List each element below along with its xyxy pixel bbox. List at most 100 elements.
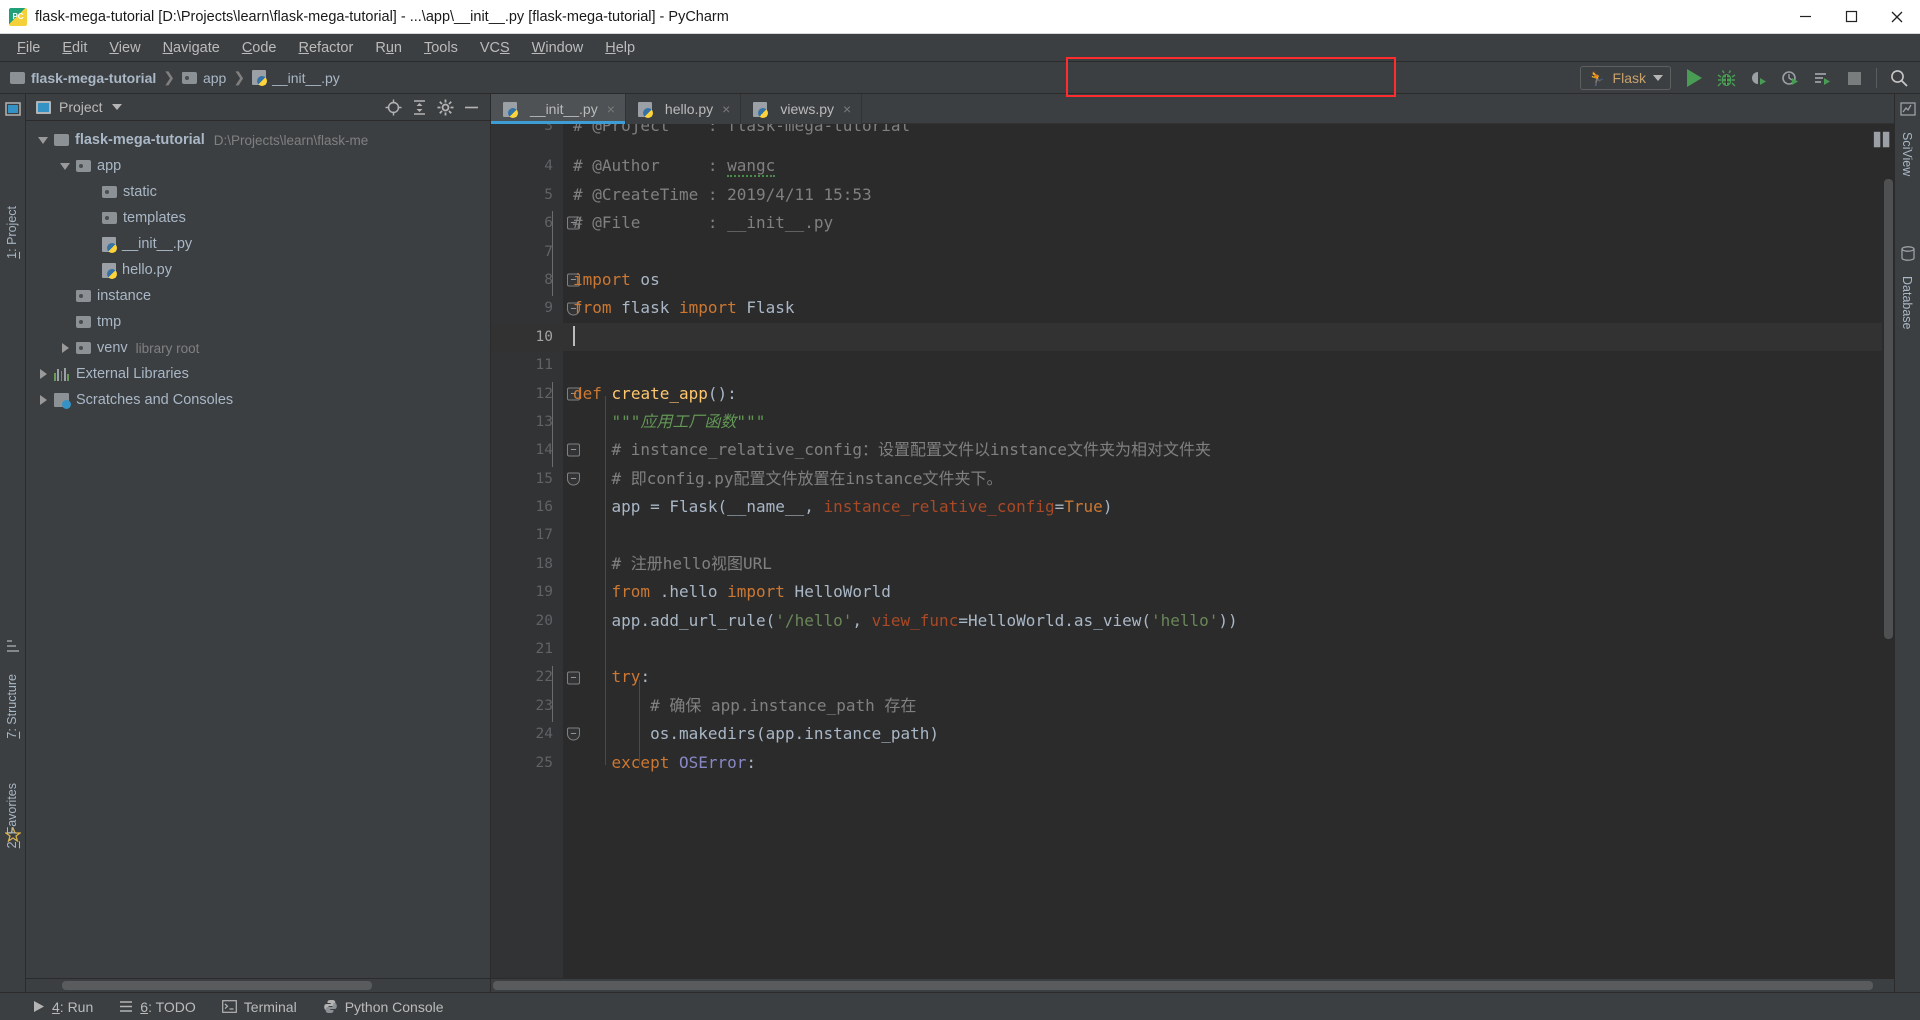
code-line[interactable] — [563, 322, 1894, 352]
code-line[interactable] — [563, 238, 1894, 266]
tool-window-terminal[interactable]: Terminal — [221, 999, 297, 1015]
menu-run[interactable]: Run — [364, 37, 413, 59]
code-line[interactable]: # @File : __init__.py — [563, 209, 1894, 237]
editor-tab-views-py[interactable]: views.py × — [741, 94, 863, 124]
gutter-line-number[interactable]: 21 — [491, 635, 563, 663]
code-line[interactable]: # @Author : wangc — [563, 152, 1894, 180]
code-editor[interactable]: 3 4 5 6−7 8−9−10 11 12−13 14−15−16 17 18 19 20 21 22−… — [491, 124, 1894, 978]
menu-vcs[interactable]: VCS — [469, 37, 521, 59]
gutter-line-number[interactable]: 5 — [491, 181, 563, 209]
menu-code[interactable]: Code — [231, 37, 288, 59]
gutter-line-number[interactable]: 17 — [491, 521, 563, 549]
menu-help[interactable]: Help — [594, 37, 646, 59]
editor-vertical-scrollbar[interactable]: ▋▋ — [1874, 124, 1894, 978]
expand-arrow[interactable] — [54, 162, 76, 170]
breadcrumb-app[interactable]: app — [181, 70, 226, 86]
sidebar-tab-sciview[interactable]: SciView — [1894, 128, 1920, 180]
code-line[interactable]: # 注册hello视图URL — [563, 550, 1894, 578]
expand-arrow[interactable] — [32, 136, 54, 144]
code-line[interactable]: # @CreateTime : 2019/4/11 15:53 — [563, 181, 1894, 209]
concurrency-button[interactable] — [1807, 63, 1837, 93]
gutter-line-number[interactable]: 10 — [491, 322, 563, 352]
gutter-line-number[interactable]: 15− — [491, 465, 580, 493]
scrollbar-thumb[interactable] — [493, 981, 1873, 990]
sidebar-tab-favorites[interactable]: 2: Favorites — [0, 779, 25, 852]
code-line[interactable]: except OSError: — [563, 749, 1894, 777]
tool-window-run[interactable]: 4: Run — [32, 999, 93, 1015]
close-icon[interactable]: × — [722, 101, 730, 117]
code-line[interactable]: # instance_relative_config：设置配置文件以instan… — [563, 436, 1894, 464]
tree-row-app[interactable]: app — [26, 153, 490, 179]
tree-row-flask-mega-tutorial[interactable]: flask-mega-tutorial D:\Projects\learn\fl… — [26, 127, 490, 153]
code-line[interactable]: from flask import Flask — [563, 294, 1894, 322]
expand-arrow[interactable] — [54, 343, 76, 353]
expand-arrow[interactable] — [32, 395, 54, 405]
code-line[interactable]: from .hello import HelloWorld — [563, 578, 1894, 606]
expand-arrow[interactable] — [32, 369, 54, 379]
code-line[interactable]: """应用工厂函数""" — [563, 408, 1894, 436]
gutter-line-number[interactable]: 20 — [491, 607, 563, 635]
tree-row-venv[interactable]: venv library root — [26, 335, 490, 361]
project-horizontal-scrollbar[interactable] — [26, 978, 490, 992]
menu-tools[interactable]: Tools — [413, 37, 469, 59]
menu-refactor[interactable]: Refactor — [288, 37, 365, 59]
code-line[interactable] — [563, 635, 1894, 663]
editor-horizontal-scrollbar[interactable] — [491, 978, 1894, 992]
code-line[interactable]: app.add_url_rule('/hello', view_func=Hel… — [563, 607, 1894, 635]
menu-navigate[interactable]: Navigate — [152, 37, 231, 59]
menu-edit[interactable]: Edit — [51, 37, 98, 59]
tool-window-python-console[interactable]: Python Console — [323, 999, 444, 1015]
code-line[interactable] — [563, 351, 1894, 379]
tree-row-scratches-and-consoles[interactable]: Scratches and Consoles — [26, 387, 490, 413]
code-line[interactable]: app = Flask(__name__, instance_relative_… — [563, 493, 1894, 521]
run-button[interactable] — [1679, 63, 1709, 93]
gutter-line-number[interactable]: 25 — [491, 749, 563, 777]
code-line[interactable]: try: — [563, 663, 1894, 691]
gutter-line-number[interactable]: 19 — [491, 578, 563, 606]
minimize-button[interactable] — [1782, 0, 1828, 34]
tree-row-templates[interactable]: templates — [26, 205, 490, 231]
sidebar-tab-project[interactable]: 1: Project — [0, 202, 25, 263]
code-line[interactable]: os.makedirs(app.instance_path) — [563, 720, 1894, 748]
gutter-line-number[interactable]: 24− — [491, 720, 580, 748]
collapse-all-button[interactable] — [406, 95, 432, 119]
profile-button[interactable] — [1775, 63, 1805, 93]
gutter-line-number[interactable]: 3 — [491, 124, 563, 140]
tree-row-tmp[interactable]: tmp — [26, 309, 490, 335]
close-button[interactable] — [1874, 0, 1920, 34]
code-line[interactable]: import os — [563, 266, 1894, 294]
tree-row-instance[interactable]: instance — [26, 283, 490, 309]
close-icon[interactable]: × — [607, 101, 615, 117]
code-line[interactable]: # 即config.py配置文件放置在instance文件夹下。 — [563, 465, 1894, 493]
code-line[interactable]: # 确保 app.instance_path 存在 — [563, 692, 1894, 720]
tree-row-external-libraries[interactable]: External Libraries — [26, 361, 490, 387]
tree-row-init-py[interactable]: __init__.py — [26, 231, 490, 257]
scrollbar-thumb[interactable] — [62, 981, 372, 990]
editor-text[interactable]: # @Project : flask-mega-tutorial # @Autho… — [563, 124, 1894, 978]
coverage-button[interactable] — [1743, 63, 1773, 93]
search-everywhere-button[interactable] — [1884, 63, 1914, 93]
scrollbar-thumb[interactable] — [1884, 179, 1893, 639]
code-line[interactable]: # @Project : flask-mega-tutorial — [563, 124, 1894, 140]
maximize-button[interactable] — [1828, 0, 1874, 34]
menu-file[interactable]: File — [6, 37, 51, 59]
tree-row-hello-py[interactable]: hello.py — [26, 257, 490, 283]
menu-view[interactable]: View — [98, 37, 151, 59]
gutter-line-number[interactable]: 4 — [491, 152, 563, 180]
gutter-line-number[interactable]: 18 — [491, 550, 563, 578]
code-line[interactable]: def create_app(): — [563, 380, 1894, 408]
breadcrumb-file[interactable]: __init__.py — [252, 70, 340, 86]
editor-tab-init-py[interactable]: __init__.py × — [491, 94, 626, 124]
gutter-line-number[interactable]: 11 — [491, 351, 563, 379]
code-line[interactable] — [563, 521, 1894, 549]
sidebar-tab-structure[interactable]: 7: Structure — [0, 670, 25, 743]
sidebar-tab-database[interactable]: Database — [1894, 272, 1920, 334]
run-configuration-selector[interactable]: 🏃 Flask — [1580, 66, 1671, 90]
tool-window-todo[interactable]: 6: TODO — [119, 999, 196, 1015]
stop-button[interactable] — [1839, 63, 1869, 93]
menu-window[interactable]: Window — [521, 37, 595, 59]
editor-tab-hello-py[interactable]: hello.py × — [626, 94, 742, 124]
close-icon[interactable]: × — [843, 101, 851, 117]
chevron-down-icon[interactable] — [111, 104, 122, 110]
locate-button[interactable] — [380, 95, 406, 119]
